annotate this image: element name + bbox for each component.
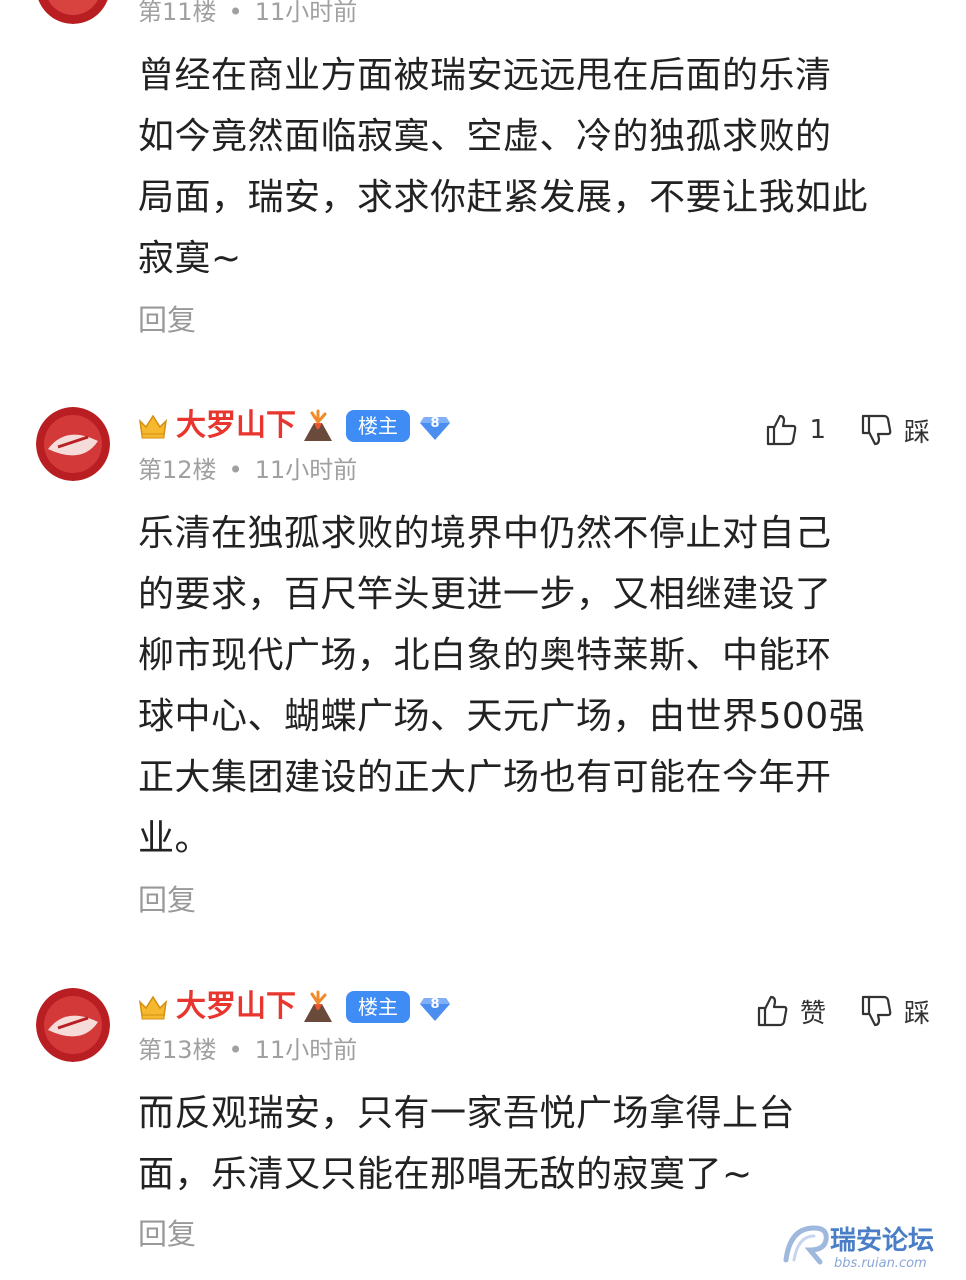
post-meta: 第13楼 • 11小时前 <box>138 1035 357 1065</box>
like-label: 赞 <box>799 998 826 1029</box>
floor-number: 第13楼 <box>138 1036 217 1064</box>
post-content: 曾经在商业方面被瑞安远远甩在后面的乐清 如今竟然面临寂寞、空虚、冷的独孤求败的 … <box>138 45 938 289</box>
level-number: 8 <box>430 416 440 431</box>
author-row: 大罗山下 楼主 8 <box>138 406 452 446</box>
floor-number: 第11楼 <box>138 0 217 26</box>
post-content: 乐清在独孤求败的境界中仍然不停止对自己 的要求，百尺竿头更进一步，又相继建设了 … <box>138 503 938 869</box>
like-count: 1 <box>809 415 826 445</box>
reply-button[interactable]: 回复 <box>138 302 196 338</box>
thumbs-down-icon <box>861 414 892 446</box>
crown-icon <box>138 995 168 1020</box>
avatar[interactable] <box>36 0 110 24</box>
dislike-button[interactable]: 踩 <box>860 993 930 1030</box>
forum-logo-icon <box>783 1225 829 1265</box>
reply-button[interactable]: 回复 <box>138 882 196 918</box>
watermark-title: 瑞安论坛 <box>830 1226 935 1256</box>
floor-number: 第12楼 <box>138 456 217 484</box>
content-line: 业。 <box>138 818 212 859</box>
thumbs-up-icon <box>767 414 797 446</box>
level-number: 8 <box>430 997 440 1012</box>
content-line: 局面，瑞安，求求你赶紧发展，不要让我如此 <box>138 177 869 218</box>
content-line: 球中心、蝴蝶广场、天元广场，由世界500强 <box>138 696 866 737</box>
post-actions: 1 踩 <box>731 408 930 452</box>
content-line: 曾经在商业方面被瑞安远远甩在后面的乐清 <box>138 55 832 96</box>
post-time: 11小时前 <box>254 1036 358 1064</box>
author-row: 大罗山下 楼主 8 <box>138 987 452 1027</box>
author-name[interactable]: 大罗山下 <box>176 987 296 1027</box>
meta-separator: • <box>228 1036 243 1064</box>
forum-watermark: 瑞安论坛 bbs.ruian.com <box>780 1216 960 1276</box>
content-line: 的要求，百尺竿头更进一步，又相继建设了 <box>138 574 832 615</box>
content-line: 如今竟然面临寂寞、空虚、冷的独孤求败的 <box>138 116 832 157</box>
thumbs-up-icon <box>757 995 788 1027</box>
content-line: 面，乐清又只能在那唱无敌的寂寞了~ <box>138 1154 753 1195</box>
avatar[interactable] <box>36 988 110 1062</box>
reply-button[interactable]: 回复 <box>138 1216 196 1252</box>
level-badge: 8 <box>418 990 452 1024</box>
owner-badge: 楼主 <box>346 991 410 1023</box>
content-line: 寂寞~ <box>138 238 242 279</box>
post-time: 11小时前 <box>254 456 358 484</box>
dislike-label: 踩 <box>903 998 930 1029</box>
post-meta: 第11楼 • 11小时前 <box>138 0 357 27</box>
dislike-button[interactable]: 踩 <box>860 412 930 449</box>
avatar[interactable] <box>36 407 110 481</box>
owner-badge: 楼主 <box>346 410 410 442</box>
post-meta: 第12楼 • 11小时前 <box>138 455 357 485</box>
crown-icon <box>138 414 168 439</box>
like-button[interactable]: 1 <box>765 413 826 447</box>
volcano-icon <box>304 409 332 441</box>
post-content: 而反观瑞安，只有一家吾悦广场拿得上台 面，乐清又只能在那唱无敌的寂寞了~ <box>138 1083 938 1205</box>
post-actions: 赞 踩 <box>722 989 930 1033</box>
content-line: 乐清在独孤求败的境界中仍然不停止对自己 <box>138 513 832 554</box>
like-button[interactable]: 赞 <box>756 993 826 1030</box>
author-name[interactable]: 大罗山下 <box>176 406 296 446</box>
thread-page: 第11楼 • 11小时前 曾经在商业方面被瑞安远远甩在后面的乐清 如今竟然面临寂寞、… <box>0 0 966 1280</box>
level-badge: 8 <box>418 409 452 443</box>
thumbs-down-icon <box>861 995 892 1027</box>
content-line: 柳市现代广场，北白象的奥特莱斯、中能环 <box>138 635 832 676</box>
meta-separator: • <box>228 456 243 484</box>
content-line: 正大集团建设的正大广场也有可能在今年开 <box>138 757 832 798</box>
dislike-label: 踩 <box>903 417 930 448</box>
post-time: 11小时前 <box>254 0 358 26</box>
meta-separator: • <box>228 0 243 26</box>
volcano-icon <box>304 990 332 1022</box>
content-line: 而反观瑞安，只有一家吾悦广场拿得上台 <box>138 1093 796 1134</box>
watermark-url: bbs.ruian.com <box>834 1256 927 1271</box>
